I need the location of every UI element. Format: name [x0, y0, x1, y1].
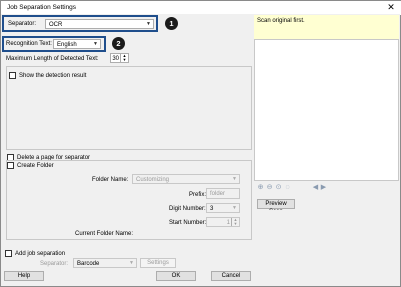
spinner-buttons[interactable]: ▲ ▼: [120, 54, 128, 62]
zoom-in-icon[interactable]: ⊕: [257, 184, 264, 191]
next-page-icon[interactable]: ▶: [320, 184, 327, 191]
spin-down-icon[interactable]: ▼: [232, 222, 239, 226]
zoom-actual-icon[interactable]: ◌: [284, 184, 291, 191]
separator-dropdown[interactable]: OCR ▼: [45, 19, 154, 29]
separator-label: Separator:: [8, 21, 37, 27]
chevron-down-icon: ▼: [129, 260, 134, 266]
digit-number-value: 3: [210, 206, 214, 212]
ok-button[interactable]: OK: [156, 271, 196, 281]
max-length-label: Maximum Length of Detected Text:: [6, 56, 99, 62]
chevron-down-icon: ▼: [93, 41, 98, 47]
preview-scan-button[interactable]: Preview Scan: [257, 199, 295, 215]
digit-number-dropdown[interactable]: 3 ▼: [206, 203, 240, 213]
cancel-button[interactable]: Cancel: [211, 271, 251, 281]
settings-button[interactable]: Settings: [140, 258, 176, 268]
preview-bottom-pane: [254, 210, 399, 286]
callout-2: 2: [112, 37, 125, 50]
current-folder-name-label: Current Folder Name:: [75, 231, 134, 237]
recognition-text-dropdown[interactable]: English ▼: [53, 39, 101, 49]
digit-number-label: Digit Number:: [169, 206, 206, 212]
zoom-fit-icon[interactable]: ⊙: [275, 184, 282, 191]
title-bar: Job Separation Settings ✕: [1, 1, 401, 15]
zoom-out-icon[interactable]: ⊖: [266, 184, 273, 191]
recognition-text-label: Recognition Text:: [6, 41, 52, 47]
prefix-label: Prefix:: [189, 192, 207, 198]
recognition-text-value: English: [57, 42, 77, 48]
show-detection-label: Show the detection result: [19, 73, 87, 79]
separator-value: OCR: [49, 22, 63, 28]
start-number-value: 1: [226, 220, 230, 226]
prefix-value: folder: [210, 191, 226, 197]
window-title: Job Separation Settings: [7, 4, 77, 11]
callout-1: 1: [165, 17, 178, 30]
spinner-buttons[interactable]: ▲ ▼: [231, 218, 239, 226]
scan-message: Scan original first.: [257, 18, 305, 24]
add-job-separator-dropdown[interactable]: Barcode ▼: [73, 258, 137, 268]
max-length-value: 30: [112, 56, 119, 62]
spin-down-icon[interactable]: ▼: [121, 58, 128, 62]
add-job-separator-value: Barcode: [77, 261, 100, 267]
create-folder-checkbox-front[interactable]: [7, 162, 14, 169]
folder-name-dropdown[interactable]: Customizing ▼: [132, 174, 240, 184]
create-folder-group: [6, 160, 252, 240]
close-icon[interactable]: ✕: [386, 2, 396, 12]
start-number-label: Start Number:: [169, 220, 207, 226]
help-button[interactable]: Help: [4, 271, 44, 281]
chevron-down-icon: ▼: [232, 205, 237, 211]
folder-name-label: Folder Name:: [92, 177, 129, 183]
show-detection-checkbox[interactable]: [9, 72, 16, 79]
add-job-separation-label: Add job separation: [15, 251, 66, 257]
create-folder-label-front: Create Folder: [17, 162, 56, 170]
prefix-input[interactable]: folder: [206, 188, 240, 199]
scan-message-area: Scan original first.: [254, 15, 399, 39]
previous-page-icon[interactable]: ◀: [312, 184, 319, 191]
add-job-separation-checkbox[interactable]: [5, 250, 12, 257]
preview-area: [254, 39, 399, 181]
folder-name-value: Customizing: [136, 177, 170, 183]
chevron-down-icon: ▼: [232, 176, 237, 182]
add-job-separator-label: Separator:: [40, 261, 69, 267]
start-number-spinner[interactable]: 1 ▲ ▼: [206, 217, 240, 227]
chevron-down-icon: ▼: [146, 21, 151, 27]
max-length-spinner[interactable]: 30 ▲ ▼: [110, 53, 129, 63]
